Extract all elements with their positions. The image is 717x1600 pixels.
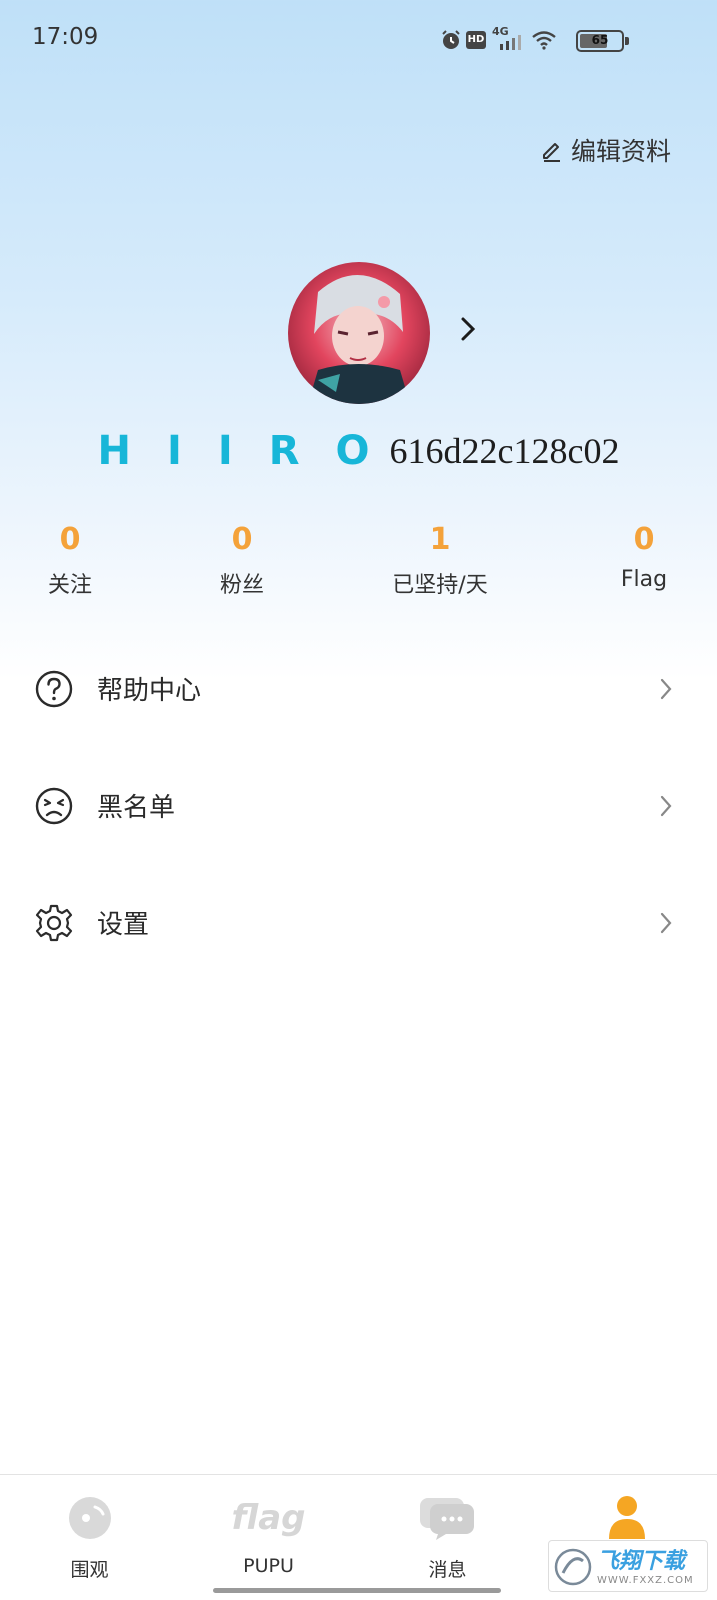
stat-label: 已坚持/天	[392, 573, 488, 598]
wifi-icon	[532, 31, 556, 50]
alarm-icon	[442, 30, 460, 49]
battery-indicator: 65	[576, 30, 624, 52]
tab-label: 围观	[70, 1559, 109, 1581]
chevron-right-icon	[660, 795, 672, 816]
menu-item-help-center[interactable]: 帮助中心	[0, 630, 717, 747]
chevron-right-icon	[660, 678, 672, 699]
menu-item-blacklist[interactable]: 黑名单	[0, 747, 717, 864]
stat-label: 关注	[47, 573, 92, 598]
user-id: 616d22c128c02	[389, 431, 620, 471]
menu-label: 黑名单	[97, 793, 176, 823]
battery-percent: 65	[591, 33, 609, 47]
pencil-icon	[542, 143, 560, 162]
stat-flag[interactable]: 0 Flag	[574, 522, 714, 592]
avatar[interactable]	[288, 262, 430, 404]
tab-label: PUPU	[243, 1555, 294, 1577]
hd-badge: HD	[466, 31, 486, 49]
stat-label: 粉丝	[219, 573, 264, 598]
menu-item-settings[interactable]: 设置	[0, 864, 717, 981]
name-logo: HIIRO	[97, 428, 406, 474]
menu-list: 帮助中心 黑名单 设置	[0, 630, 717, 981]
tab-watch[interactable]: 围观	[0, 1475, 179, 1600]
person-icon	[608, 1496, 645, 1539]
home-indicator[interactable]	[213, 1588, 501, 1593]
stats-row: 0 关注 0 粉丝 1 已坚持/天 0 Flag	[0, 522, 717, 602]
stat-label: Flag	[620, 567, 668, 592]
stat-following[interactable]: 0 关注	[0, 522, 140, 599]
watermark-text: 飞翔下载	[597, 1549, 686, 1574]
profile-chevron-icon[interactable]	[460, 316, 476, 342]
gear-icon	[35, 904, 73, 941]
tab-pupu[interactable]: flag PUPU	[179, 1475, 358, 1600]
help-circle-icon	[35, 670, 73, 707]
stat-streak-days[interactable]: 1 已坚持/天	[370, 522, 510, 599]
status-bar: 17:09 HD 4G 65	[0, 0, 717, 80]
watermark-logo: 飞翔下载 WWW.FXXZ.COM	[548, 1540, 708, 1592]
watch-icon	[68, 1497, 111, 1539]
stat-value: 0	[231, 522, 253, 557]
status-time: 17:09	[32, 24, 99, 50]
menu-label: 帮助中心	[97, 676, 202, 706]
menu-label: 设置	[97, 910, 150, 940]
profile-name: HIIRO 616d22c128c02	[0, 428, 717, 474]
frown-face-icon	[35, 787, 73, 824]
watermark-icon	[554, 1548, 592, 1586]
battery-tip	[625, 37, 629, 45]
stat-fans[interactable]: 0 粉丝	[172, 522, 312, 599]
tab-messages[interactable]: 消息	[358, 1475, 537, 1600]
signal-icon	[500, 35, 521, 50]
tab-label: 消息	[428, 1559, 467, 1581]
chat-bubble-icon	[419, 1498, 474, 1540]
stat-value: 1	[429, 522, 451, 557]
chevron-right-icon	[660, 912, 672, 933]
avatar-image	[288, 262, 430, 404]
flag-text-icon: flag	[231, 1498, 306, 1538]
stat-value: 0	[633, 522, 655, 557]
watermark-domain: WWW.FXXZ.COM	[597, 1575, 694, 1586]
edit-profile-button[interactable]: 编辑资料	[540, 132, 671, 168]
edit-profile-label: 编辑资料	[570, 137, 671, 166]
stat-value: 0	[59, 522, 81, 557]
